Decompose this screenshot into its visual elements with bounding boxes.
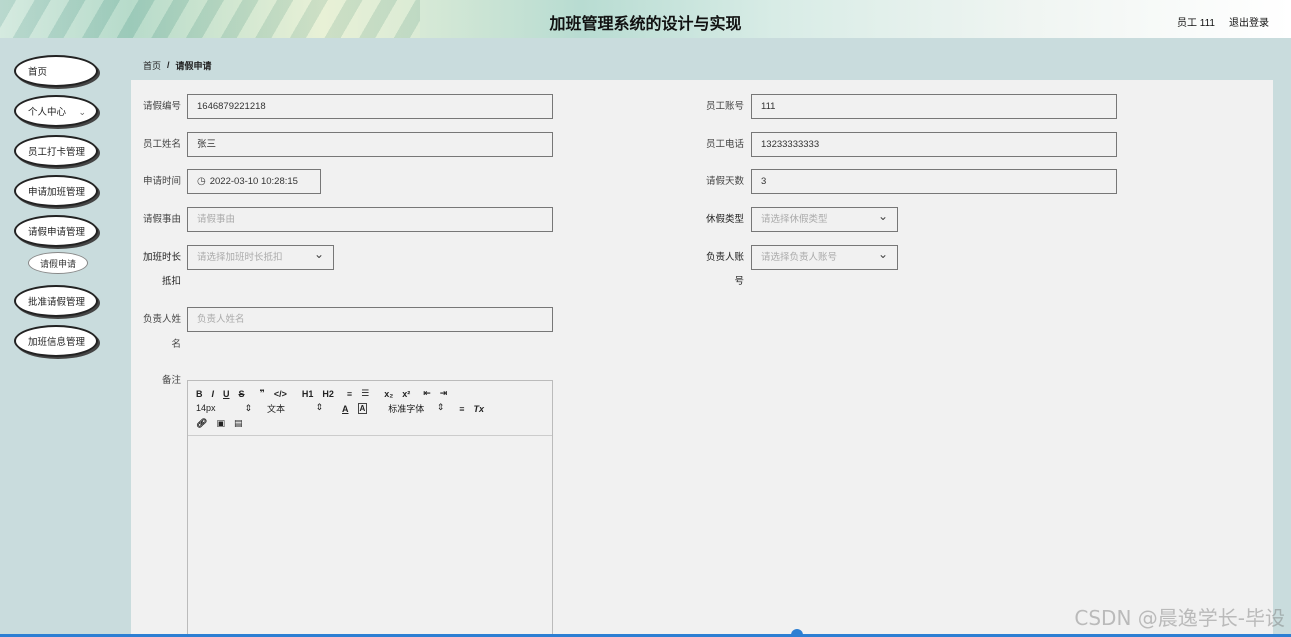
manager-account-select[interactable]: 请选择负责人账号 <box>751 243 898 270</box>
overtime-offset-select[interactable]: 请选择加班时长抵扣 <box>187 243 334 270</box>
clock-icon: ◷ <box>197 176 206 187</box>
leave-no-field[interactable]: 1646879221218 <box>187 94 553 119</box>
sidebar-item-label: 批准请假管理 <box>28 297 86 308</box>
apply-time-label: 申请时间 <box>142 176 181 187</box>
sidebar-item-label: 加班信息管理 <box>28 337 86 348</box>
leave-no-label: 请假编号 <box>142 101 181 112</box>
updown-icon: ⇕ <box>244 403 252 413</box>
code-block-button[interactable]: </> <box>274 389 287 399</box>
toolbar-row-1: B I U S ❞ </> H1 H2 ≡ ☰ x₂ x² ⇤ ⇥ <box>196 386 544 401</box>
logout-link[interactable]: 退出登录 <box>1229 14 1269 29</box>
font-family-value: 标准字体 <box>388 404 425 414</box>
rich-text-editor: B I U S ❞ </> H1 H2 ≡ ☰ x₂ x² ⇤ ⇥ 14px ⇕… <box>187 380 553 637</box>
sidebar-subitem-leave-apply[interactable]: 请假申请 <box>28 252 88 274</box>
image-icon[interactable]: ▣ <box>216 418 225 429</box>
text-style-value: 文本 <box>267 404 286 414</box>
manager-name-input[interactable]: 负责人姓名 <box>187 307 553 332</box>
font-size-select[interactable]: 14px ⇕ <box>196 403 252 414</box>
heading2-button[interactable]: H2 <box>322 389 334 399</box>
updown-icon: ⇕ <box>436 402 445 412</box>
blockquote-button[interactable]: ❞ <box>260 388 265 399</box>
sidebar-item-label: 员工打卡管理 <box>28 147 86 158</box>
emp-phone-field[interactable]: 13233333333 <box>751 132 1117 157</box>
align-button[interactable]: ≡ <box>459 404 464 414</box>
sidebar-item-overtime-info[interactable]: 加班信息管理 <box>14 325 98 357</box>
italic-button[interactable]: I <box>212 389 215 399</box>
leave-reason-input[interactable]: 请假事由 <box>187 207 553 232</box>
chevron-down-icon: ⌄ <box>78 107 86 117</box>
background-color-button[interactable]: A <box>357 403 368 414</box>
font-color-button[interactable]: A <box>342 404 349 414</box>
toolbar-row-3: 🔗︎ ▣ ▤ <box>196 416 544 431</box>
text-style-select[interactable]: 文本 ⇕ <box>267 402 323 415</box>
video-icon[interactable]: ▤ <box>234 418 243 429</box>
link-icon[interactable]: 🔗︎ <box>196 418 207 429</box>
bold-button[interactable]: B <box>196 389 203 399</box>
clear-format-button[interactable]: Tx <box>474 404 485 414</box>
sidebar-item-overtime-apply[interactable]: 申请加班管理 <box>14 175 98 207</box>
sidebar-item-label: 请假申请 <box>39 258 76 269</box>
sidebar-item-leave-manage[interactable]: 请假申请管理 <box>14 215 98 247</box>
bullet-list-button[interactable]: ☰ <box>361 388 369 399</box>
scroll-indicator[interactable] <box>791 629 803 637</box>
font-size-value: 14px <box>196 403 216 413</box>
current-user: 员工 111 <box>1177 18 1215 29</box>
emp-name-label: 员工姓名 <box>142 139 181 150</box>
watermark: CSDN @晨逸学长-毕设 <box>1074 606 1285 630</box>
sidebar-item-profile[interactable]: 个人中心 ⌄ <box>14 95 98 127</box>
manager-account-label: 负责人账 <box>705 252 744 263</box>
breadcrumb: 首页 / 请假申请 <box>131 50 1273 80</box>
font-family-select[interactable]: 标准字体 ⇕ <box>388 402 444 415</box>
breadcrumb-home[interactable]: 首页 <box>143 59 161 72</box>
editor-toolbar: B I U S ❞ </> H1 H2 ≡ ☰ x₂ x² ⇤ ⇥ 14px ⇕… <box>188 381 552 436</box>
breadcrumb-separator: / <box>167 60 170 70</box>
page-title: 加班管理系统的设计与实现 <box>549 14 742 33</box>
remark-label: 备注 <box>161 375 181 386</box>
leave-type-select[interactable]: 请选择休假类型 <box>751 205 898 232</box>
subscript-button[interactable]: x₂ <box>384 389 393 399</box>
manager-name-label-2: 名 <box>171 339 181 350</box>
editor-content-area[interactable] <box>188 436 552 636</box>
manager-name-label: 负责人姓 <box>142 314 181 325</box>
breadcrumb-current: 请假申请 <box>175 60 212 71</box>
strike-button[interactable]: S <box>239 389 245 399</box>
updown-icon: ⇕ <box>315 402 323 412</box>
outdent-button[interactable]: ⇤ <box>423 388 431 399</box>
leave-days-label: 请假天数 <box>705 176 744 187</box>
sidebar-item-label: 请假申请管理 <box>28 227 86 238</box>
underline-button[interactable]: U <box>223 389 230 399</box>
emp-account-label: 员工账号 <box>705 101 744 112</box>
sidebar: 首页 个人中心 ⌄ 员工打卡管理 申请加班管理 请假申请管理 请假申请 批准请假管… <box>0 38 118 637</box>
main-content: 首页 / 请假申请 请假编号 1646879221218 员工账号 111 员工… <box>131 50 1273 637</box>
toolbar-row-2: 14px ⇕ 文本 ⇕ A A 标准字体 ⇕ ≡ Tx <box>196 401 544 416</box>
leave-days-field[interactable]: 3 <box>751 169 1117 194</box>
sidebar-item-approve-leave[interactable]: 批准请假管理 <box>14 285 98 317</box>
indent-button[interactable]: ⇥ <box>440 388 448 399</box>
emp-name-field[interactable]: 张三 <box>187 132 553 157</box>
manager-account-label-2: 号 <box>734 276 744 287</box>
sidebar-item-label: 个人中心 <box>28 107 67 118</box>
ordered-list-button[interactable]: ≡ <box>347 389 352 399</box>
overtime-offset-label: 加班时长 <box>142 252 181 263</box>
sidebar-item-label: 申请加班管理 <box>28 187 86 198</box>
leave-reason-label: 请假事由 <box>142 214 181 225</box>
heading1-button[interactable]: H1 <box>302 389 314 399</box>
apply-time-value: 2022-03-10 10:28:15 <box>209 176 298 187</box>
sidebar-item-home[interactable]: 首页 <box>14 55 98 87</box>
leave-type-label: 休假类型 <box>705 214 744 225</box>
sidebar-item-attendance[interactable]: 员工打卡管理 <box>14 135 98 167</box>
top-header: 加班管理系统的设计与实现 员工 111 退出登录 <box>0 0 1291 38</box>
sidebar-item-label: 首页 <box>28 67 48 78</box>
emp-account-field[interactable]: 111 <box>751 94 1117 119</box>
emp-phone-label: 员工电话 <box>705 139 744 150</box>
apply-time-field[interactable]: ◷ 2022-03-10 10:28:15 <box>187 169 321 194</box>
overtime-offset-label-2: 抵扣 <box>161 276 181 287</box>
superscript-button[interactable]: x² <box>402 389 410 399</box>
